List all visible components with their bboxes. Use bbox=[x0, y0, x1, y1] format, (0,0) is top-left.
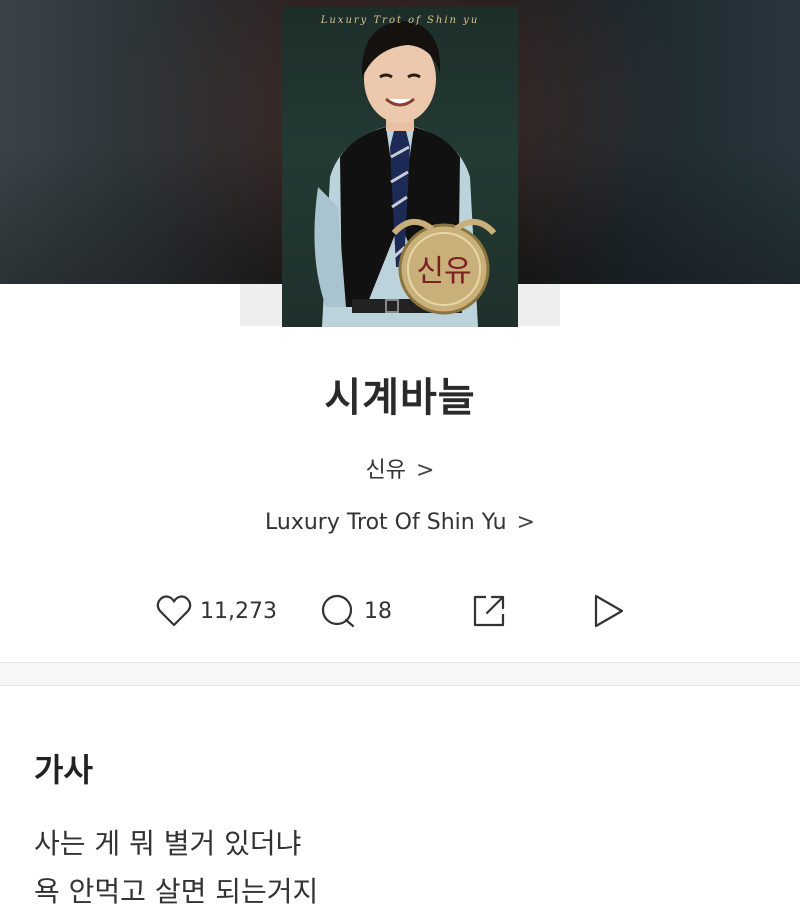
comment-button[interactable]: 18 bbox=[320, 591, 392, 631]
cover-title-text: Luxury Trot of Shin yu bbox=[320, 15, 480, 26]
album-cover[interactable]: 신유 Luxury Trot of Shin yu bbox=[282, 7, 518, 327]
play-button[interactable] bbox=[590, 591, 626, 631]
album-name: Luxury Trot Of Shin Yu bbox=[265, 510, 507, 535]
share-button[interactable] bbox=[470, 591, 508, 631]
song-detail-page: 신유 Luxury Trot of Shin yu 시계바늘 신유 > Luxur… bbox=[0, 0, 800, 918]
artist-name: 신유 bbox=[365, 458, 407, 483]
play-icon bbox=[594, 594, 624, 628]
album-cover-art: 신유 bbox=[314, 21, 497, 327]
like-count: 11,273 bbox=[200, 598, 277, 624]
comment-icon bbox=[321, 594, 355, 628]
share-icon bbox=[473, 595, 505, 627]
song-title: 시계바늘 bbox=[324, 375, 476, 421]
heart-icon bbox=[156, 595, 192, 627]
like-button[interactable]: 11,273 bbox=[156, 591, 277, 631]
lyric-line: 욕 안먹고 살면 되는거지 bbox=[34, 875, 319, 908]
medal-text: 신유 bbox=[416, 254, 471, 289]
action-bar: 11,273 18 bbox=[0, 591, 800, 631]
lyric-line: 사는 게 뭐 별거 있더냐 bbox=[34, 827, 302, 860]
lyrics-heading: 가사 bbox=[34, 751, 93, 789]
section-divider bbox=[0, 685, 800, 686]
chevron-right-icon: > bbox=[516, 510, 535, 535]
artist-link[interactable]: 신유 > bbox=[0, 452, 800, 484]
section-gap bbox=[0, 663, 800, 685]
chevron-right-icon: > bbox=[416, 458, 435, 483]
album-link[interactable]: Luxury Trot Of Shin Yu > bbox=[0, 510, 800, 535]
comment-count: 18 bbox=[364, 598, 392, 624]
